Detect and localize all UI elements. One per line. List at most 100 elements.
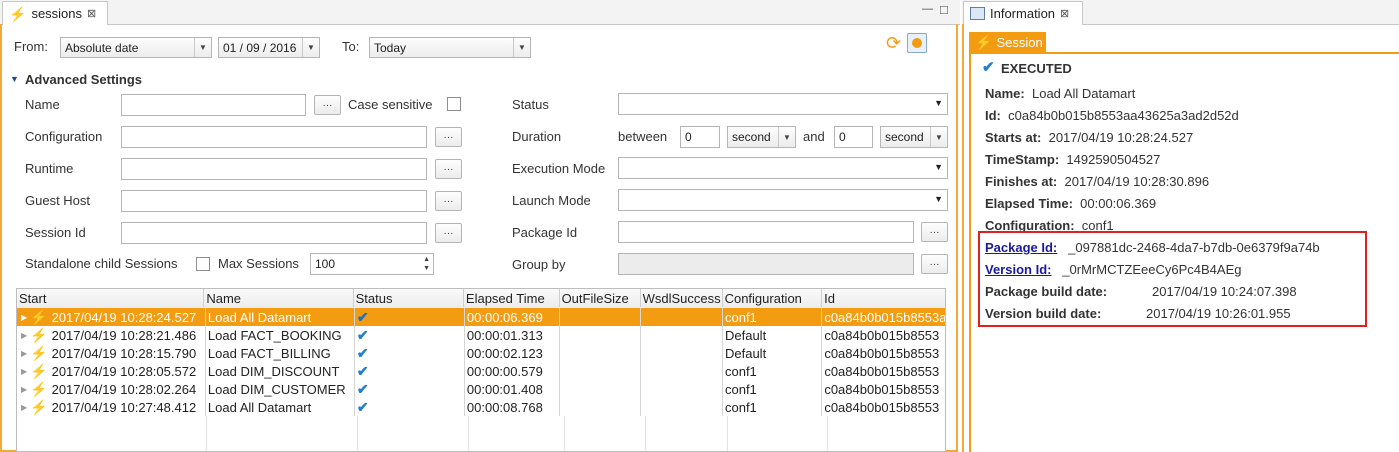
close-icon[interactable]: ⊠ (1060, 7, 1069, 20)
table-row[interactable]: ▶ ⚡ 2017/04/19 10:28:02.264 Load DIM_CUSTO… (17, 380, 945, 398)
row-elapsed: 00:00:00.579 (465, 362, 561, 380)
row-id: c0a84b0b015b8553 (824, 345, 940, 361)
session-tab-underline (969, 52, 1399, 54)
row-outfilesize (560, 326, 642, 344)
check-icon: ✔ (356, 398, 369, 415)
row-id: c0a84b0b015b8553aa43625a3ad2d52d (824, 309, 945, 325)
column-header-start[interactable]: Start (17, 289, 205, 307)
tab-sessions[interactable]: ⚡ sessions ⊠ (2, 1, 108, 25)
status-select[interactable]: ▼ (618, 93, 948, 115)
version-id-link[interactable]: Version Id: (985, 262, 1051, 277)
auto-refresh-icon[interactable] (907, 33, 927, 53)
session-id-input[interactable] (121, 222, 427, 244)
info-version-build-value: 2017/04/19 10:26:01.955 (1146, 306, 1291, 321)
chevron-down-icon: ▼ (302, 38, 319, 57)
group-by-browse-button[interactable]: ··· (921, 254, 948, 274)
launch-mode-select[interactable]: ▼ (618, 189, 948, 211)
column-header-configuration[interactable]: Configuration (723, 289, 823, 307)
package-id-browse-button[interactable]: ··· (921, 222, 948, 242)
configuration-browse-button[interactable]: ··· (435, 127, 462, 147)
check-icon: ✔ (356, 308, 369, 325)
duration-from-input[interactable]: 0 (680, 126, 720, 148)
name-input[interactable] (121, 94, 306, 116)
spinner-icon[interactable]: ▲ ▼ (423, 255, 430, 273)
refresh-icon[interactable]: ⟳ (886, 33, 901, 54)
row-name: Load DIM_DISCOUNT (206, 362, 355, 380)
expand-icon[interactable]: ▶ (21, 313, 27, 322)
max-sessions-stepper[interactable]: 100 ▲ ▼ (310, 253, 434, 275)
from-select-value: Absolute date (65, 40, 139, 55)
row-configuration: Default (723, 344, 823, 362)
check-icon: ✔ (356, 362, 369, 379)
column-header-id[interactable]: Id (822, 289, 945, 307)
to-select[interactable]: Today ▼ (369, 37, 531, 58)
duration-unit-1-select[interactable]: second ▼ (727, 126, 796, 148)
guest-host-input[interactable] (121, 190, 427, 212)
table-row[interactable]: ▶ ⚡ 2017/04/19 10:27:48.412 Load All Datam… (17, 398, 945, 416)
lightning-icon: ⚡ (30, 381, 48, 397)
check-icon: ✔ (356, 380, 369, 397)
close-icon[interactable]: ⊠ (87, 7, 96, 20)
from-select[interactable]: Absolute date ▼ (60, 37, 212, 58)
info-id-value: c0a84b0b015b8553aa43625a3ad2d52d (1008, 108, 1239, 123)
row-wsdlsuccess (641, 380, 723, 398)
package-id-input[interactable] (618, 221, 914, 243)
configuration-input[interactable] (121, 126, 427, 148)
guest-host-label: Guest Host (25, 193, 91, 208)
expand-icon[interactable]: ▶ (21, 331, 27, 340)
table-row[interactable]: ▶ ⚡ 2017/04/19 10:28:05.572 Load DIM_DISCO… (17, 362, 945, 380)
standalone-checkbox[interactable] (196, 257, 210, 271)
duration-unit-2-select[interactable]: second ▼ (880, 126, 948, 148)
column-header-elapsed[interactable]: Elapsed Time (464, 289, 560, 307)
group-by-input[interactable] (618, 253, 914, 275)
lightning-icon: ⚡ (30, 345, 48, 361)
execution-mode-select[interactable]: ▼ (618, 157, 948, 179)
table-row[interactable]: ▶ ⚡ 2017/04/19 10:28:21.486 Load FACT_BOOK… (17, 326, 945, 344)
date-picker[interactable]: 01 / 09 / 2016 ▼ (218, 37, 320, 58)
package-id-label: Package Id (512, 225, 578, 240)
row-wsdlsuccess (641, 308, 723, 326)
info-package-build-value: 2017/04/19 10:24:07.398 (1152, 284, 1297, 299)
row-elapsed: 00:00:01.408 (465, 380, 561, 398)
info-package-build-label: Package build date: (985, 284, 1108, 299)
table-row[interactable]: ▶ ⚡ 2017/04/19 10:28:15.790 Load FACT_BILL… (17, 344, 945, 362)
column-header-wsdlsuccess[interactable]: WsdlSuccess (641, 289, 723, 307)
row-start: 2017/04/19 10:28:24.527 (51, 309, 197, 325)
expand-icon[interactable]: ▶ (21, 403, 27, 412)
lightning-icon: ⚡ (30, 327, 48, 343)
case-sensitive-checkbox[interactable] (447, 97, 461, 111)
to-select-value: Today (374, 40, 407, 55)
minimize-icon[interactable]: — (922, 3, 933, 15)
collapse-icon[interactable]: ▼ (10, 74, 19, 84)
runtime-label: Runtime (25, 161, 74, 176)
row-id: c0a84b0b015b8553 (824, 363, 940, 379)
info-elapsed-value: 00:00:06.369 (1080, 196, 1157, 211)
status-executed: EXECUTED (1001, 61, 1072, 76)
row-id: c0a84b0b015b8553 (824, 381, 940, 397)
row-configuration: conf1 (723, 362, 823, 380)
expand-icon[interactable]: ▶ (21, 367, 27, 376)
expand-icon[interactable]: ▶ (21, 349, 27, 358)
row-configuration: conf1 (723, 380, 823, 398)
runtime-input[interactable] (121, 158, 427, 180)
sessions-table: Start Name Status Elapsed Time OutFileSi… (16, 288, 946, 452)
package-id-link[interactable]: Package Id: (985, 240, 1057, 255)
advanced-settings-header[interactable]: Advanced Settings (25, 72, 142, 87)
maximize-icon[interactable]: □ (940, 2, 948, 17)
column-header-status[interactable]: Status (354, 289, 464, 307)
column-header-outfilesize[interactable]: OutFileSize (560, 289, 641, 307)
tab-information[interactable]: Information ⊠ (963, 1, 1083, 25)
expand-icon[interactable]: ▶ (21, 385, 27, 394)
tab-session[interactable]: ⚡ Session (969, 32, 1046, 52)
column-header-name[interactable]: Name (204, 289, 354, 307)
duration-to-input[interactable]: 0 (834, 126, 873, 148)
session-id-browse-button[interactable]: ··· (435, 223, 462, 243)
runtime-browse-button[interactable]: ··· (435, 159, 462, 179)
table-row[interactable]: ▶ ⚡ 2017/04/19 10:28:24.527 Load All Datam… (17, 308, 945, 326)
execution-mode-label: Execution Mode (512, 161, 606, 176)
guest-host-browse-button[interactable]: ··· (435, 191, 462, 211)
case-sensitive-label: Case sensitive (348, 97, 433, 112)
row-id: c0a84b0b015b8553 (824, 327, 940, 343)
name-browse-button[interactable]: ··· (314, 95, 341, 115)
status-label: Status (512, 97, 549, 112)
